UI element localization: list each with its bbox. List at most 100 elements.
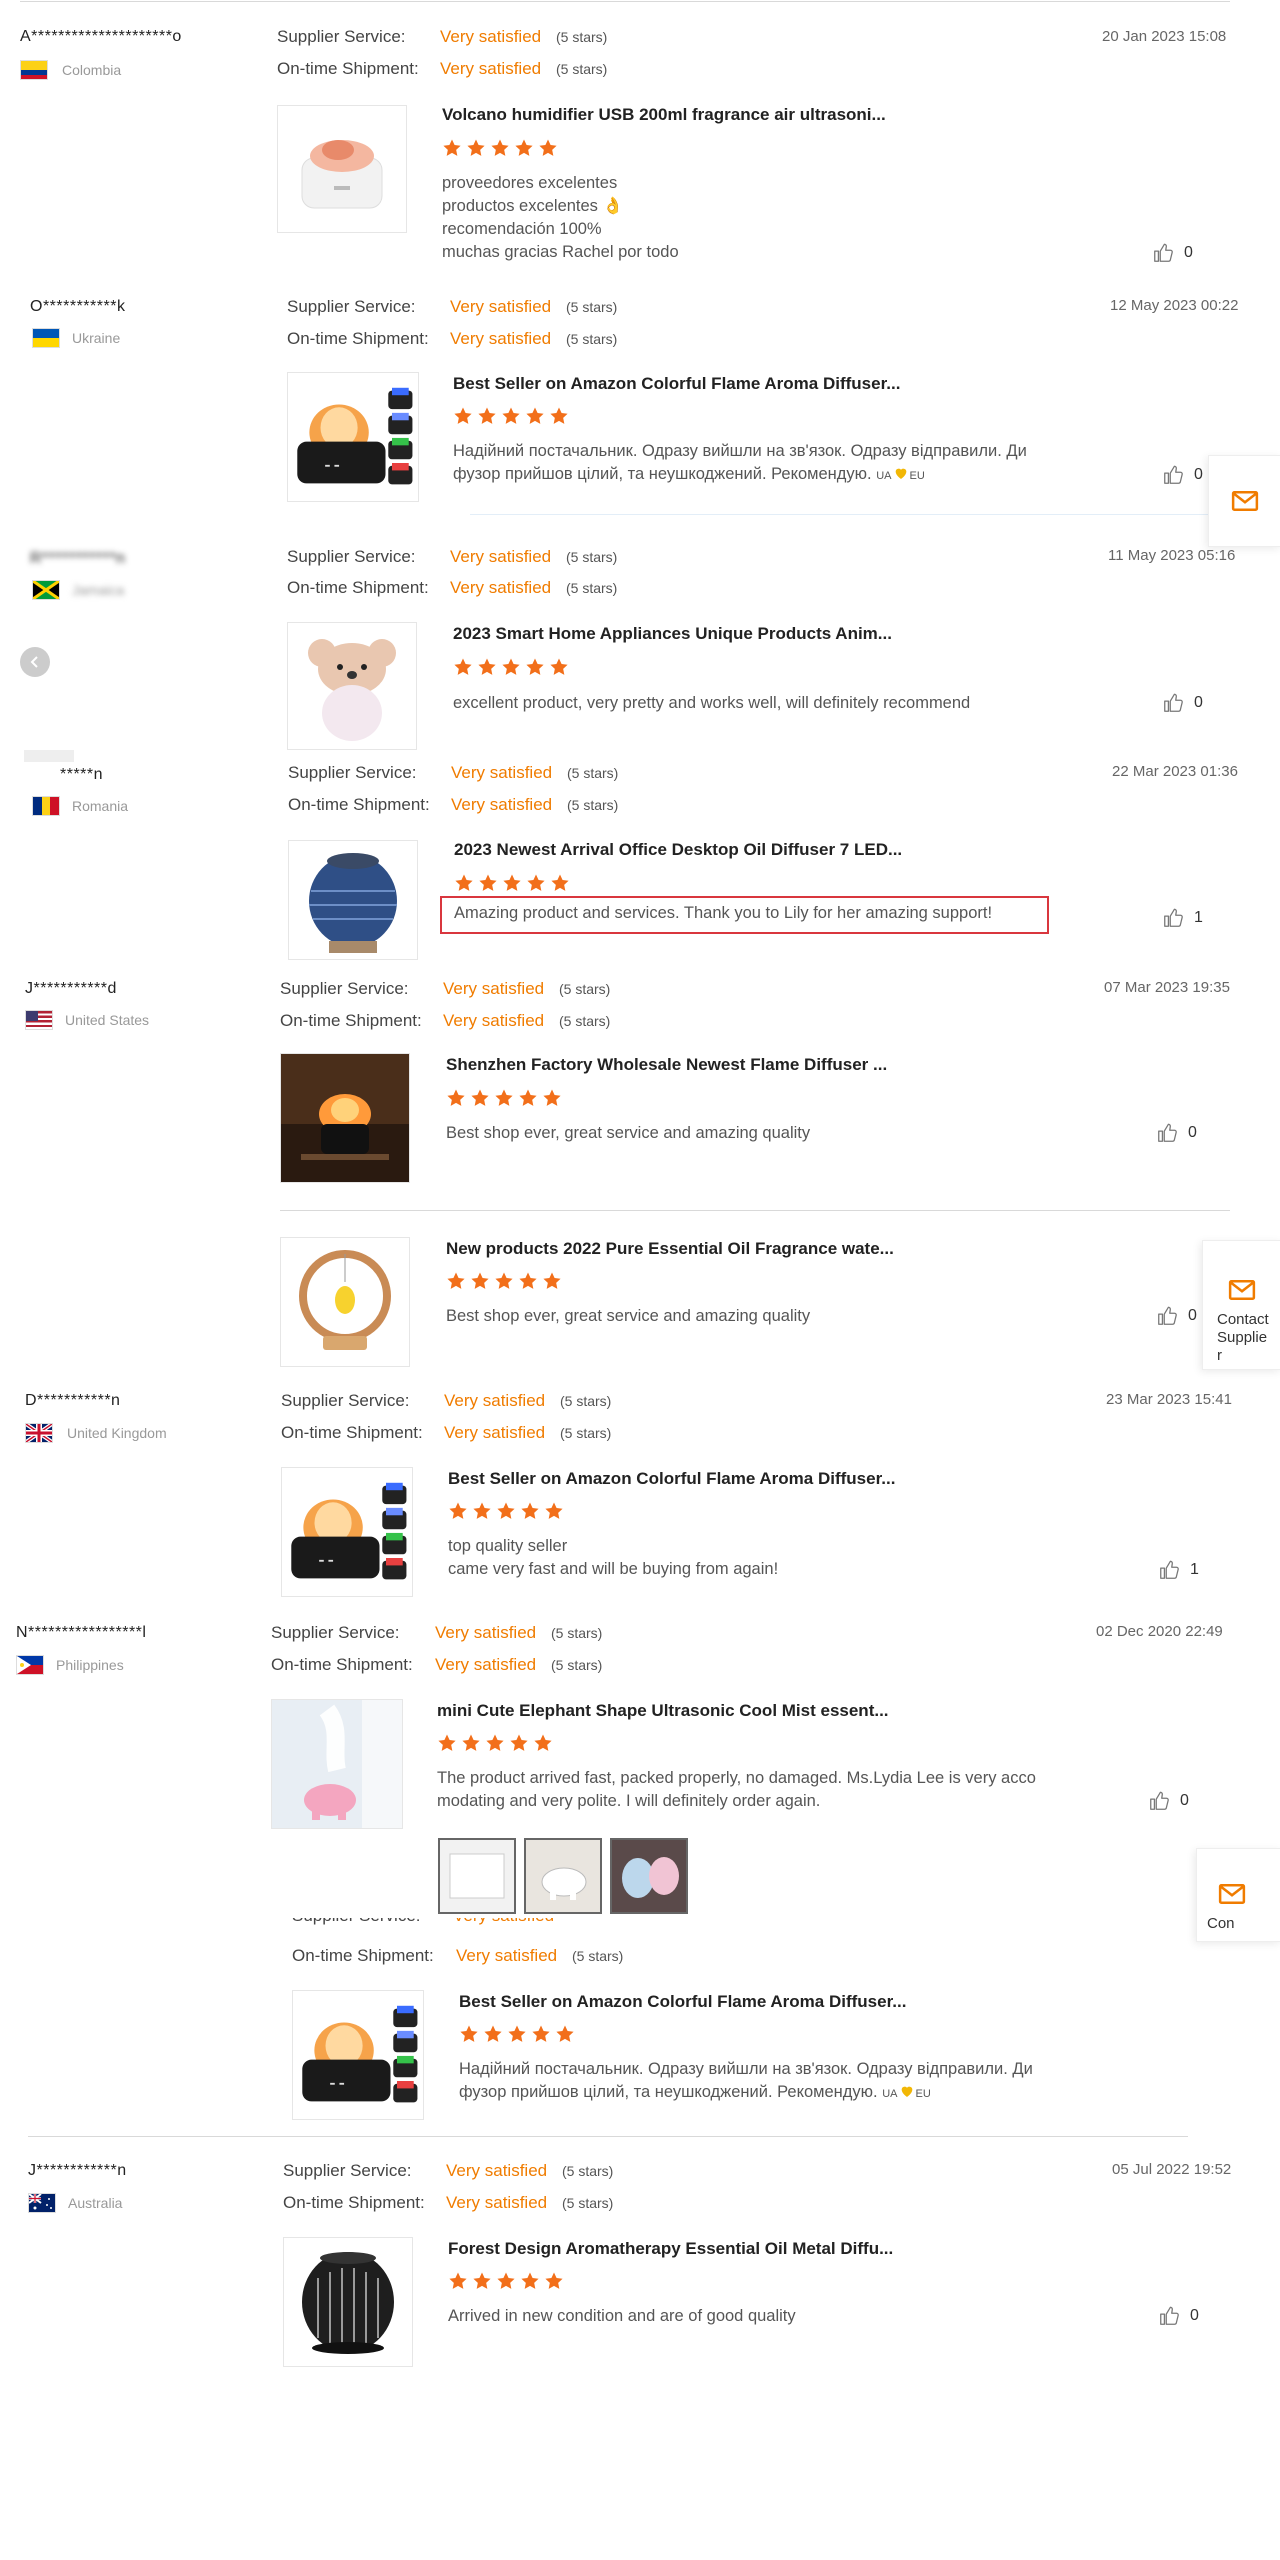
comment-line: The product arrived fast, packed properl… (437, 1769, 1036, 1787)
review-date: 07 Mar 2023 19:35 (1104, 979, 1230, 996)
contact-supplier-button[interactable] (1208, 455, 1280, 547)
review-photo[interactable] (438, 1838, 516, 1914)
like-count: 1 (1190, 1561, 1199, 1578)
product-title[interactable]: Best Seller on Amazon Colorful Flame Aro… (453, 374, 900, 394)
product-title[interactable]: mini Cute Elephant Shape Ultrasonic Cool… (437, 1701, 889, 1721)
contact-supplier-button[interactable]: Contact Supplie r (1202, 1240, 1280, 1370)
product-image[interactable] (280, 1237, 410, 1367)
supplier-service-rating: Very satisfied (450, 297, 552, 316)
on-time-shipment-label: On-time Shipment: (292, 1946, 434, 1965)
comment-line: modating and very polite. I will definit… (437, 1792, 821, 1810)
reviewer-name: J************n (28, 2162, 127, 2179)
like-button[interactable]: 0 (1148, 1790, 1189, 1812)
product-title[interactable]: Volcano humidifier USB 200ml fragrance a… (442, 105, 886, 125)
review-comment-highlighted: Amazing product and services. Thank you … (440, 896, 1049, 934)
on-time-shipment-stars: (5 stars) (567, 797, 619, 813)
product-image[interactable] (288, 840, 418, 960)
star-icon (442, 138, 462, 158)
supplier-service-label: Supplier Service: (271, 1623, 400, 1642)
comment-line: excellent product, very pretty and works… (453, 694, 971, 712)
product-title[interactable]: Forest Design Aromatherapy Essential Oil… (448, 2239, 893, 2259)
product-image[interactable] (280, 1053, 410, 1183)
review-photo[interactable] (524, 1838, 602, 1914)
comment-line: proveedores excelentes (442, 174, 618, 192)
product-image[interactable] (271, 1699, 403, 1829)
rating-stars (446, 1271, 562, 1291)
star-icon (478, 873, 498, 893)
star-icon (502, 873, 522, 893)
top-divider (20, 1, 1230, 2)
product-title[interactable]: Best Seller on Amazon Colorful Flame Aro… (448, 1469, 895, 1489)
on-time-shipment-stars: (5 stars) (572, 1948, 624, 1964)
comment-line: muchas gracias Rachel por todo (442, 243, 679, 261)
product-title[interactable]: New products 2022 Pure Essential Oil Fra… (446, 1239, 894, 1259)
star-icon (525, 406, 545, 426)
star-icon (490, 138, 510, 158)
product-title[interactable]: Best Seller on Amazon Colorful Flame Aro… (459, 1992, 906, 2012)
comment-line: фузор прийшов цілий, та неушкоджений. Ре… (459, 2083, 931, 2101)
rating-stars (453, 406, 569, 426)
product-title[interactable]: Shenzhen Factory Wholesale Newest Flame … (446, 1055, 887, 1075)
review-date: 23 Mar 2023 15:41 (1106, 1391, 1232, 1408)
product-title[interactable]: 2023 Smart Home Appliances Unique Produc… (453, 624, 892, 644)
supplier-service-stars: (5 stars) (556, 29, 608, 45)
supplier-service-label: Supplier Service: (292, 1918, 421, 1925)
review-photo[interactable] (610, 1838, 688, 1914)
star-icon (494, 1271, 514, 1291)
product-image[interactable] (287, 372, 419, 502)
review-comment: excellent product, very pretty and works… (453, 692, 970, 715)
romania-flag-icon (32, 796, 60, 816)
star-icon (520, 2271, 540, 2291)
thumbs-up-icon (1158, 1559, 1180, 1581)
like-button[interactable]: 0 (1156, 1305, 1197, 1327)
comment-line: Arrived in new condition and are of good… (448, 2307, 796, 2325)
like-button[interactable]: 0 (1156, 1122, 1197, 1144)
product-image[interactable] (287, 622, 417, 750)
like-button[interactable]: 1 (1162, 907, 1203, 929)
star-icon (518, 1088, 538, 1108)
product-title[interactable]: 2023 Newest Arrival Office Desktop Oil D… (454, 840, 902, 860)
product-image[interactable] (281, 1467, 413, 1597)
like-button[interactable]: 1 (1158, 1559, 1199, 1581)
clipped-header: Supplier Service: Very satisfied (292, 1918, 652, 1926)
on-time-shipment-rating: Very satisfied (451, 795, 553, 814)
like-count: 0 (1180, 1792, 1189, 1809)
mail-icon (1230, 486, 1260, 516)
product-image[interactable] (292, 1990, 424, 2120)
review-comment: Best shop ever, great service and amazin… (446, 1122, 810, 1145)
like-button[interactable]: 0 (1158, 2305, 1199, 2327)
product-image[interactable] (277, 105, 407, 233)
product-image[interactable] (283, 2237, 413, 2367)
on-time-shipment-rating: Very satisfied (440, 59, 542, 78)
like-button[interactable]: 0 (1162, 464, 1203, 486)
rating-stars (448, 2271, 564, 2291)
comment-line: came very fast and will be buying from a… (448, 1560, 779, 1578)
comment-line: Надійний постачальник. Одразу вийшли на … (459, 2060, 1033, 2078)
reviewer-country: Ukraine (72, 330, 121, 346)
comment-line: Best shop ever, great service and amazin… (446, 1124, 811, 1142)
review-date: 02 Dec 2020 22:49 (1096, 1623, 1223, 1640)
thumbs-up-icon (1156, 1122, 1178, 1144)
section-divider (28, 2136, 1188, 2137)
like-button[interactable]: 0 (1152, 242, 1193, 264)
supplier-service-rating: Very satisfied (446, 2161, 548, 2180)
supplier-service-label: Supplier Service: (281, 1391, 410, 1410)
comment-line: Amazing product and services. Thank you … (454, 904, 993, 922)
supplier-service-stars: (5 stars) (566, 299, 618, 315)
contact-supplier-label: Con (1207, 1915, 1235, 1932)
like-button[interactable]: 0 (1162, 692, 1203, 714)
reviewer-country: Romania (72, 798, 129, 814)
star-icon (453, 657, 473, 677)
contact-supplier-button[interactable]: Con (1196, 1848, 1280, 1942)
carousel-prev-button[interactable] (20, 647, 50, 677)
star-icon (544, 1501, 564, 1521)
like-count: 0 (1190, 2307, 1199, 2324)
rating-stars (448, 1501, 564, 1521)
review-date: 05 Jul 2022 19:52 (1112, 2161, 1232, 2178)
product-divider (280, 1210, 1230, 1211)
supplier-service-stars: (5 stars) (560, 1393, 612, 1409)
star-icon (496, 1501, 516, 1521)
supplier-service-rating: Very satisfied (453, 1918, 554, 1925)
on-time-shipment-rating: Very satisfied (446, 2193, 548, 2212)
star-icon (542, 1271, 562, 1291)
